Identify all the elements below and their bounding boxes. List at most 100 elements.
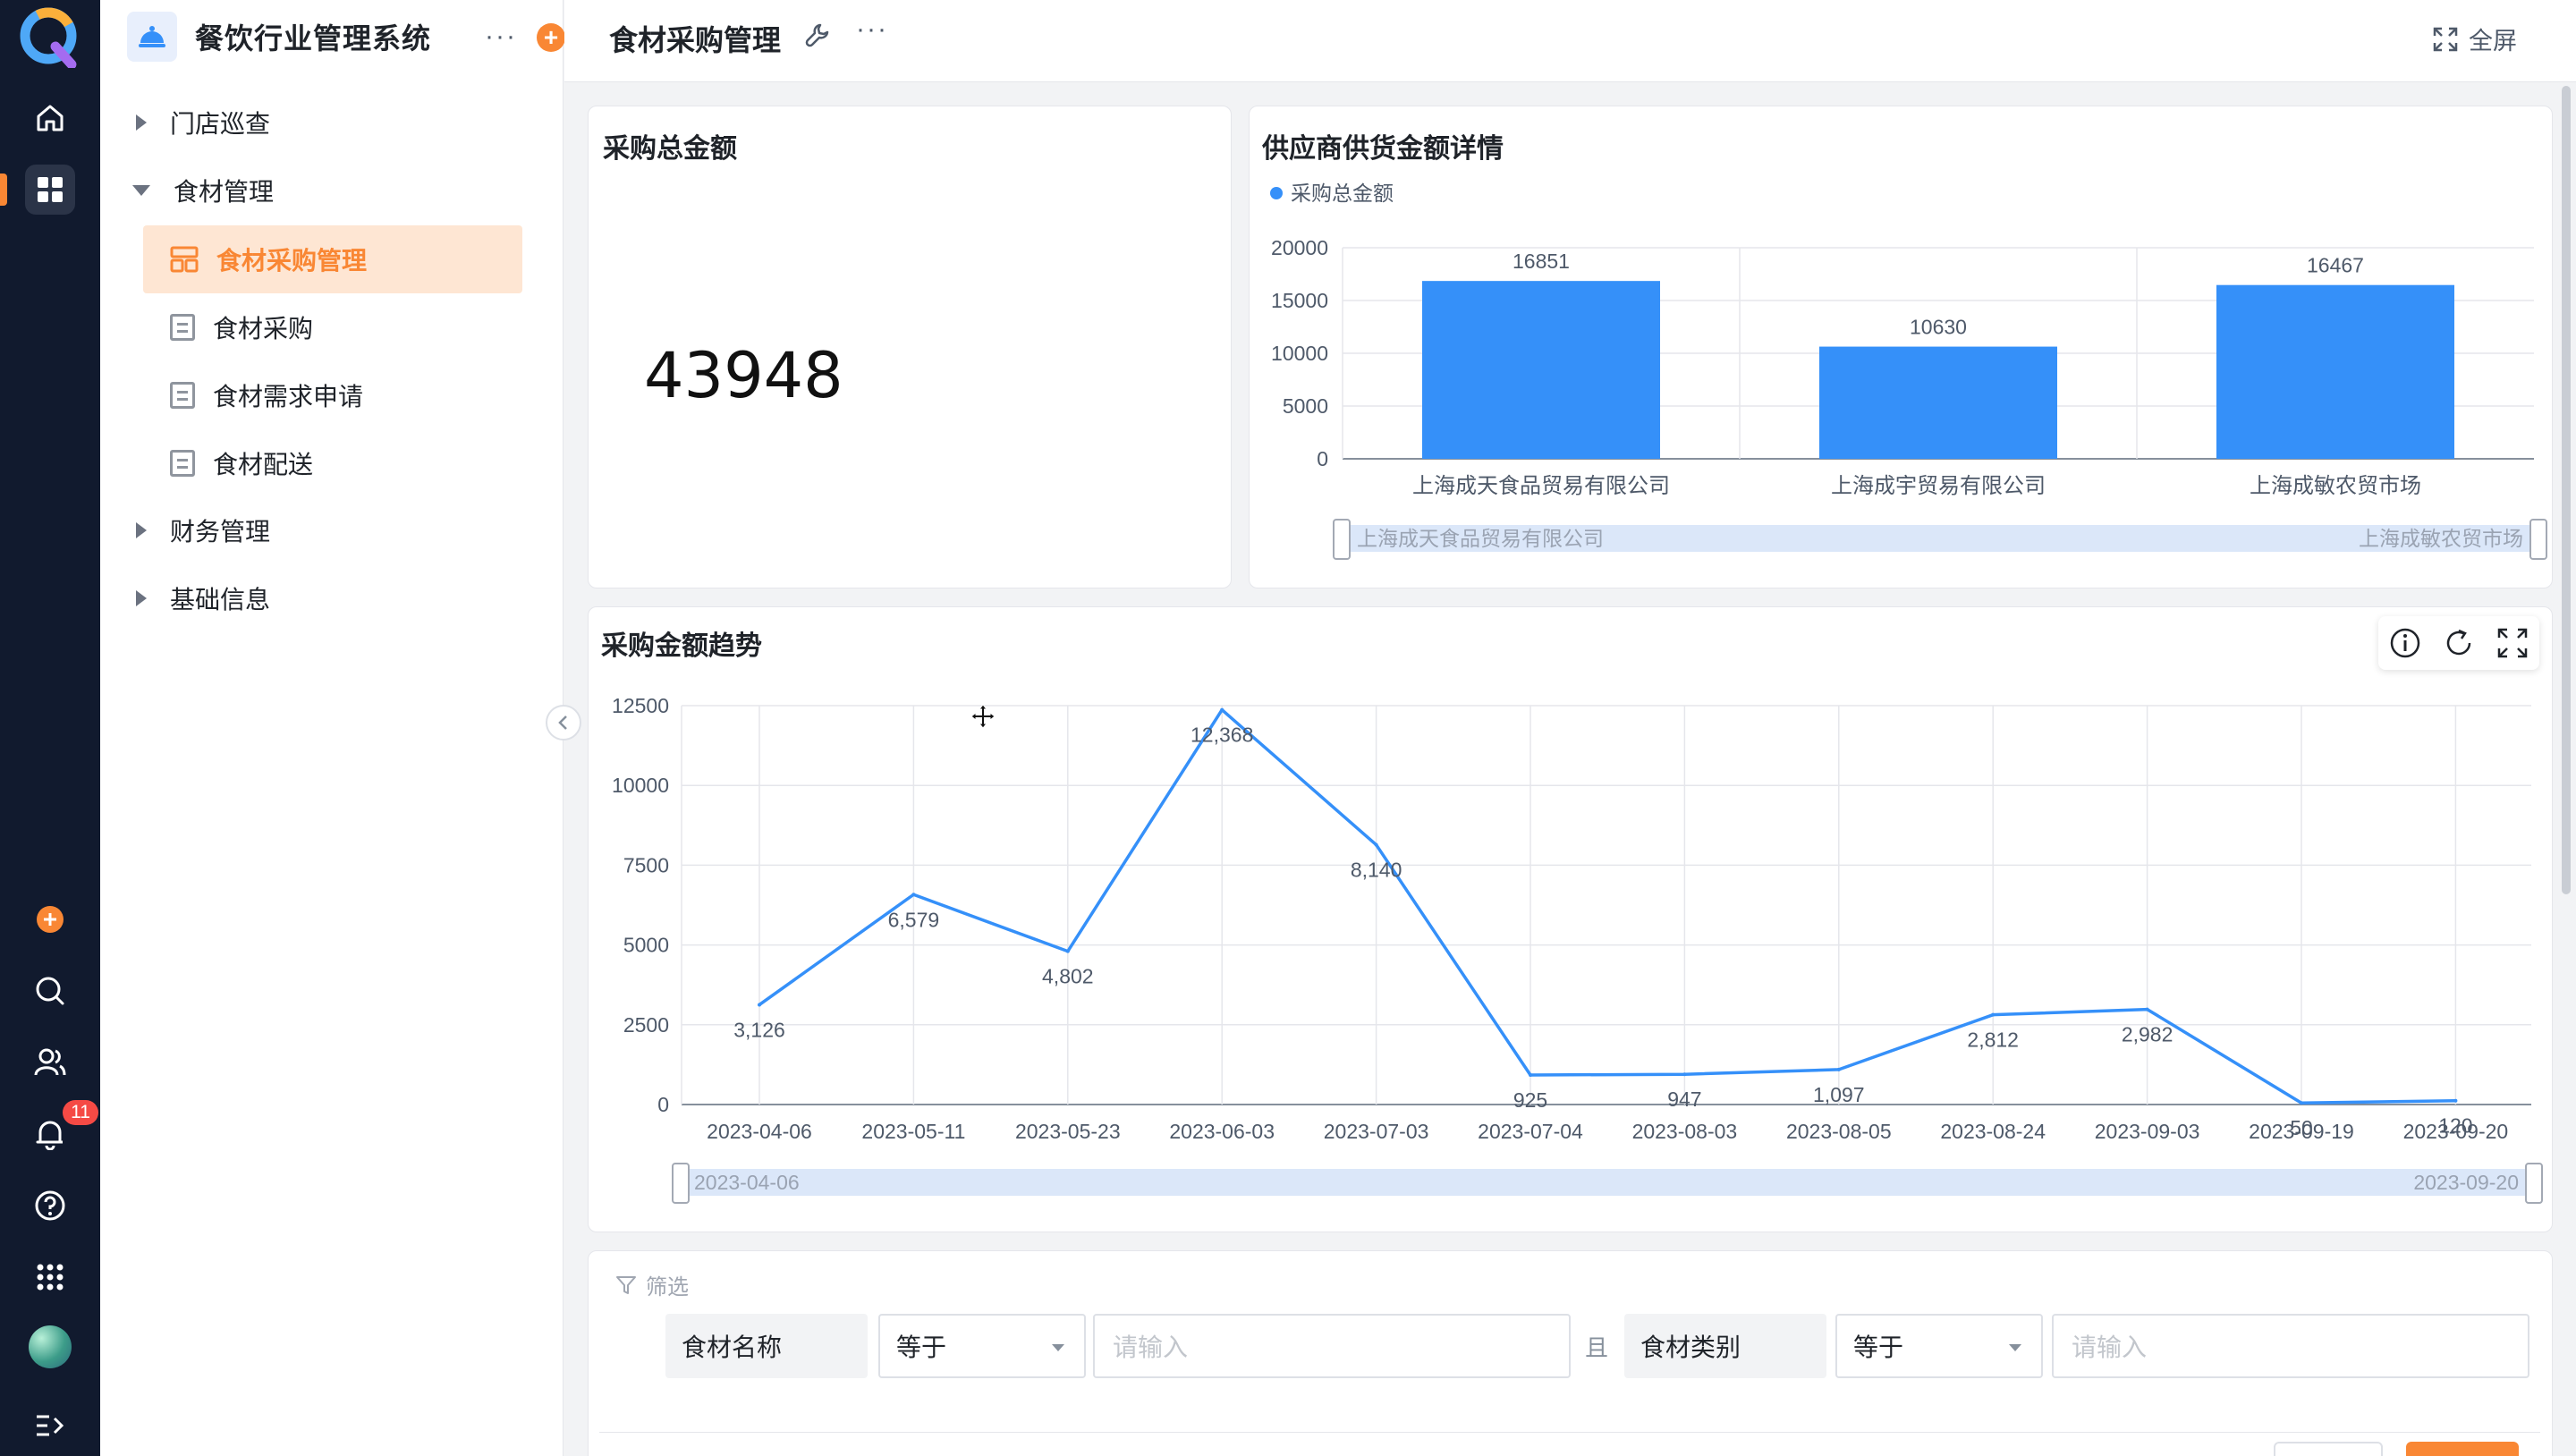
nav-group-ingredients[interactable]: 食材管理: [100, 157, 274, 224]
data-point: [2300, 1101, 2303, 1105]
filter-operator-select[interactable]: 等于: [1835, 1314, 2043, 1378]
user-avatar[interactable]: [29, 1325, 72, 1368]
filter-card: 筛选 食材名称 等于 请输入 且 食材类别 等于 请输入: [588, 1250, 2553, 1456]
divider: [599, 1432, 2540, 1433]
nav-group-label: 财务管理: [170, 518, 271, 546]
nav-group-finance[interactable]: 财务管理: [100, 497, 270, 563]
x-tick-label: 2023-05-23: [1015, 1120, 1121, 1143]
page-title: 食材采购管理: [609, 24, 782, 56]
data-label: 925: [1513, 1088, 1547, 1112]
bar: [1422, 281, 1660, 459]
series-line: [758, 707, 2456, 1105]
x-tick-label: 上海成天食品贸易有限公司: [1412, 474, 1670, 498]
y-tick-label: 0: [1317, 447, 1328, 470]
caret-right-icon: [136, 114, 147, 131]
caret-right-icon: [136, 522, 147, 538]
supplier-amount-card: 供应商供货金额详情 采购总金额 0 5000 10000 15000 20000 16851…: [1249, 106, 2553, 588]
x-tick-label: 2023-08-05: [1786, 1120, 1892, 1143]
nav-item-label: 食材采购: [213, 315, 314, 343]
zoom-slider-handle-left: [672, 1163, 690, 1204]
input-placeholder: 请输入: [2072, 1333, 2148, 1361]
data-point: [2453, 1098, 2458, 1103]
data-label: 6,579: [888, 908, 940, 931]
zoom-slider-start-label: 2023-04-06: [694, 1171, 800, 1194]
y-tick-label: 2500: [623, 1013, 669, 1037]
help-icon[interactable]: [25, 1181, 75, 1231]
x-tick-label: 2023-07-04: [1478, 1120, 1583, 1143]
nav-group-basic-info[interactable]: 基础信息: [100, 565, 270, 631]
y-tick-label: 15000: [1271, 289, 1328, 312]
contacts-icon[interactable]: [25, 1037, 75, 1088]
y-tick-label: 10000: [1271, 342, 1328, 365]
nav-group-label: 门店巡查: [170, 110, 271, 138]
bar: [1819, 346, 2057, 459]
data-point: [1374, 842, 1378, 847]
nav-group-label: 基础信息: [170, 586, 271, 614]
add-icon[interactable]: [25, 894, 75, 944]
search-button[interactable]: [2406, 1442, 2519, 1456]
data-point: [758, 1003, 761, 1007]
x-tick-label: 2023-05-11: [861, 1120, 965, 1143]
nav-item-delivery[interactable]: 食材配送: [143, 429, 522, 497]
data-label: 12,368: [1191, 724, 1253, 747]
caret-down-icon: [132, 185, 150, 196]
bar-data-label: 16851: [1513, 250, 1570, 273]
zoom-slider-start-label: 上海成天食品贸易有限公司: [1357, 527, 1604, 550]
notification-badge: 11: [63, 1100, 98, 1125]
zoom-slider-end-label: 2023-09-20: [2413, 1171, 2519, 1194]
bar: [2216, 284, 2454, 459]
add-page-icon[interactable]: +: [537, 23, 565, 52]
fullscreen-button[interactable]: 全屏: [2433, 21, 2517, 56]
search-icon[interactable]: [25, 966, 75, 1016]
move-cursor-icon: [970, 704, 996, 729]
app-logo-icon[interactable]: [20, 7, 80, 68]
page-more-icon[interactable]: ···: [856, 14, 888, 45]
trend-card: 采购金额趋势 0 2500 5000 7500 10000 12500 2023-04-06…: [588, 606, 2553, 1232]
zoom-slider-handle-left: [1333, 519, 1351, 560]
nav-item-purchase-management[interactable]: 食材采购管理: [143, 225, 522, 293]
filter-value-input[interactable]: 请输入: [2052, 1314, 2529, 1378]
caret-down-icon: [1052, 1344, 1064, 1351]
filter-value-input[interactable]: 请输入: [1093, 1314, 1571, 1378]
legend-swatch: [1270, 187, 1283, 199]
caret-right-icon: [136, 590, 147, 606]
expand-rail-icon[interactable]: [25, 1401, 75, 1451]
zoom-slider-handle-right: [2525, 1163, 2543, 1204]
filter-field-category: 食材类别: [1624, 1314, 1826, 1378]
nav-sidebar: 餐饮行业管理系统 ··· + 门店巡查 食材管理 食材采购管理 食材采购 食材需…: [100, 0, 565, 1456]
data-label: 3,126: [733, 1018, 785, 1041]
page-header: 食材采购管理 ··· 全屏: [564, 0, 2576, 82]
more-icon[interactable]: ···: [485, 21, 517, 52]
nav-item-label: 食材配送: [213, 451, 314, 478]
workspace-icon[interactable]: [25, 165, 75, 215]
y-tick-label: 0: [657, 1093, 669, 1116]
zoom-slider-end-label: 上海成敏农贸市场: [2359, 527, 2523, 550]
nav-group-label: 食材管理: [174, 178, 275, 206]
data-point: [1529, 1072, 1532, 1077]
page-scrollbar[interactable]: [2562, 86, 2571, 894]
apps-grid-icon[interactable]: [25, 1252, 75, 1302]
data-label: 8,140: [1351, 859, 1402, 882]
x-tick-label: 上海成宇贸易有限公司: [1831, 474, 2046, 498]
filter-operator-select[interactable]: 等于: [878, 1314, 1086, 1378]
nav-group-store-inspection[interactable]: 门店巡查: [100, 89, 270, 156]
bar-data-label: 16467: [2307, 254, 2364, 277]
collapse-sidebar-button[interactable]: [546, 705, 581, 741]
reset-button[interactable]: [2274, 1442, 2383, 1456]
nav-item-purchase[interactable]: 食材采购: [143, 293, 522, 361]
x-tick-label: 2023-06-03: [1169, 1120, 1275, 1143]
data-label: 4,802: [1042, 965, 1094, 988]
document-icon: [170, 314, 195, 341]
data-point: [1836, 1067, 1841, 1071]
x-tick-label: 上海成敏农贸市场: [2250, 474, 2421, 498]
input-placeholder: 请输入: [1113, 1333, 1189, 1361]
data-label: 120: [2438, 1114, 2472, 1138]
nav-item-demand-request[interactable]: 食材需求申请: [143, 361, 522, 429]
home-icon[interactable]: [25, 93, 75, 143]
x-tick-label: 2023-09-03: [2095, 1120, 2200, 1143]
total-amount-card: 采购总金额 43948: [588, 106, 1232, 588]
y-tick-label: 5000: [1283, 394, 1328, 418]
rail-active-indicator: [0, 174, 7, 206]
wrench-icon[interactable]: [804, 21, 831, 48]
app-title: 餐饮行业管理系统: [195, 22, 432, 55]
